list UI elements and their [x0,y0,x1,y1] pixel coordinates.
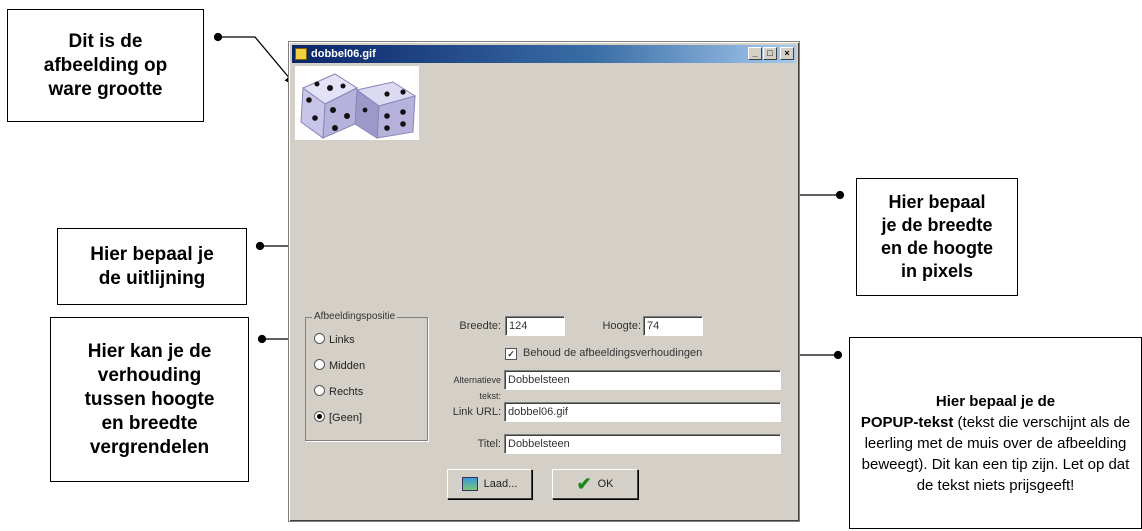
title-bar[interactable]: dobbel06.gif _ □ × [292,45,796,63]
position-none-label: [Geen] [329,412,363,424]
position-center-label: Midden [329,360,366,372]
title-input[interactable] [504,434,781,454]
callout-size-text: Hier bepaal je de breedte en de hoogte i… [881,192,993,281]
radio-left-icon [314,333,325,344]
load-button[interactable]: Laad... [447,469,532,499]
height-label: Hoogte: [602,320,641,332]
image-position-group: Afbeeldingspositie Links Midden Rechts [… [305,311,428,441]
alt-text-label: Alternatieve tekst: [453,375,501,401]
position-right-radio[interactable]: Rechts [314,385,363,399]
title-label: Titel: [477,438,501,450]
dice-image [295,66,419,140]
callout-real-size-text: Dit is de afbeelding op ware grootte [43,30,168,100]
window-title: dobbel06.gif [311,48,376,60]
maximize-button[interactable]: □ [763,47,777,60]
link-url-label: Link URL: [452,406,501,418]
radio-right-icon [314,385,325,396]
position-none-radio[interactable]: [Geen] [314,411,362,425]
ok-button-label: OK [597,478,614,490]
radio-none-icon [314,411,325,422]
checkmark-icon: ✔ [576,474,592,494]
position-right-label: Rechts [329,386,364,398]
link-url-input[interactable] [504,402,781,422]
callout-size: Hier bepaal je de breedte en de hoogte i… [856,178,1018,296]
image-preview-area [293,64,795,309]
ok-button[interactable]: ✔ OK [552,469,638,499]
checkbox-check-icon: ✓ [505,348,517,360]
app-icon [295,48,307,60]
image-properties-dialog: dobbel06.gif _ □ × Afbeeldingspositie Li… [288,41,800,522]
callout-real-size: Dit is de afbeelding op ware grootte [7,9,204,122]
image-position-legend: Afbeeldingspositie [312,311,398,322]
keep-ratio-checkbox[interactable]: ✓ Behoud de afbeeldingsverhoudingen [505,346,702,360]
position-left-label: Links [329,334,355,346]
position-center-radio[interactable]: Midden [314,359,365,373]
width-input[interactable] [505,316,565,336]
keep-ratio-label: Behoud de afbeeldingsverhoudingen [523,347,703,359]
callout-aspect-ratio: Hier kan je de verhouding tussen hoogte … [50,317,249,482]
picture-icon [461,477,478,491]
dice-icon [300,73,417,139]
close-button[interactable]: × [780,47,794,60]
load-button-label: Laad... [483,478,518,490]
minimize-button[interactable]: _ [748,47,762,60]
alt-text-input[interactable] [504,370,781,390]
radio-center-icon [314,359,325,370]
callout-popup-text: Hier bepaal je de POPUP-tekst (tekst die… [849,337,1142,529]
callout-alignment: Hier bepaal je de uitlijning [57,228,247,305]
position-left-radio[interactable]: Links [314,333,355,347]
height-input[interactable] [643,316,703,336]
callout-aspect-ratio-text: Hier kan je de verhouding tussen hoogte … [84,340,215,458]
width-label: Breedte: [459,320,501,332]
callout-alignment-text: Hier bepaal je de uitlijning [90,243,214,289]
